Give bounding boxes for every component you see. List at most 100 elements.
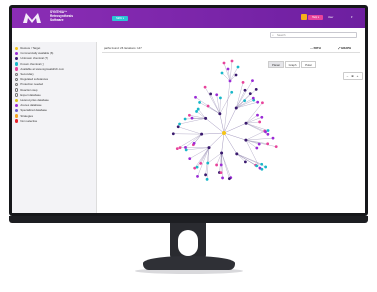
graph-node[interactable] [234, 106, 238, 110]
graph-node[interactable] [244, 121, 248, 125]
graph-node[interactable] [190, 116, 194, 120]
graph-node[interactable] [257, 142, 261, 146]
graph-node[interactable] [222, 61, 226, 65]
user-name[interactable]: User [328, 16, 333, 19]
graph-node[interactable] [266, 142, 270, 146]
graph-node[interactable] [183, 117, 187, 121]
graph-node[interactable] [230, 90, 234, 94]
graph-node[interactable] [205, 177, 209, 181]
graph-node[interactable] [260, 167, 264, 171]
graph-node[interactable] [235, 152, 239, 156]
graph-node[interactable] [251, 96, 255, 100]
legend-item[interactable]: Specialized database [15, 108, 47, 112]
graph-node[interactable] [188, 157, 192, 160]
graph-node[interactable] [248, 92, 252, 96]
graph-node[interactable] [266, 132, 270, 136]
retrosynthesis-graph[interactable] [162, 53, 282, 183]
tab-polar[interactable]: Polar [301, 61, 316, 68]
graph-node[interactable] [271, 136, 275, 140]
graph-node[interactable] [256, 113, 259, 117]
graph-node[interactable] [264, 165, 268, 169]
graph-node[interactable] [193, 166, 197, 170]
graph-node[interactable] [207, 146, 211, 150]
graph-node[interactable] [226, 67, 230, 71]
graph-node[interactable] [251, 79, 254, 83]
graph-node[interactable] [209, 92, 213, 96]
legend-item[interactable]: Heterocycles database [15, 98, 49, 102]
graph-node[interactable] [274, 145, 278, 149]
graph-node[interactable] [203, 85, 207, 89]
graph-node[interactable] [178, 122, 181, 126]
graph-node[interactable] [260, 115, 264, 119]
search-input[interactable]: Search [270, 32, 357, 38]
graph-node[interactable] [256, 100, 260, 104]
legend-item[interactable]: Reaction step [15, 88, 38, 92]
graph-node[interactable] [255, 146, 259, 150]
graph-node[interactable] [227, 177, 231, 181]
graph-node[interactable] [195, 110, 198, 113]
graph-node[interactable] [243, 99, 247, 103]
path-button[interactable]: ⋯ PATH [310, 46, 321, 50]
graph-node[interactable] [243, 88, 247, 92]
graph-node[interactable] [220, 71, 224, 75]
graph-node[interactable] [188, 113, 191, 117]
graph-node[interactable] [184, 148, 188, 152]
graph-node[interactable] [204, 116, 208, 120]
graph-node[interactable] [192, 141, 196, 145]
graph-node[interactable] [204, 173, 207, 177]
graph-node[interactable] [196, 107, 200, 111]
graph-node[interactable] [219, 163, 223, 167]
graph-node[interactable] [176, 125, 180, 129]
graph-node[interactable] [221, 176, 224, 180]
chevron-down-icon[interactable]: ▾ [351, 15, 353, 19]
graph-node[interactable] [178, 146, 182, 150]
graph-node[interactable] [261, 101, 264, 105]
graph-node[interactable] [230, 59, 234, 63]
graph-node[interactable] [194, 95, 197, 99]
graph-node[interactable] [206, 161, 210, 165]
legend-item[interactable]: Strategies [15, 114, 33, 118]
graph-node[interactable] [171, 132, 175, 136]
legend-item[interactable]: Regulated substances [15, 77, 48, 81]
legend-item[interactable]: Non selective [15, 119, 37, 123]
graph-node[interactable] [184, 146, 187, 149]
graph-node[interactable] [219, 96, 222, 100]
tab-graph[interactable]: Graph [285, 61, 300, 68]
notification-icon[interactable] [301, 14, 307, 20]
graph-node[interactable] [199, 162, 203, 165]
graph-node[interactable] [228, 79, 232, 83]
graph-node[interactable] [241, 80, 245, 84]
legend-item[interactable]: Restore / Target [15, 46, 40, 50]
legend-item[interactable]: Available at www.sigmaaldrich.com [15, 67, 64, 71]
graph-node[interactable] [218, 112, 222, 116]
graph-node[interactable] [234, 73, 238, 77]
graph-node[interactable] [264, 130, 267, 134]
graph-node[interactable] [195, 165, 199, 169]
zoom-control[interactable]: − ⊕ + [343, 72, 363, 80]
graph-node[interactable] [206, 104, 210, 108]
legend-item[interactable]: Secondary [15, 72, 34, 76]
graph-node[interactable] [243, 160, 247, 164]
graph-node[interactable] [258, 120, 262, 124]
legend-item[interactable]: Arenes database [15, 103, 42, 107]
graph-node[interactable] [219, 171, 223, 175]
graph-node[interactable] [266, 129, 270, 132]
graph-node[interactable] [260, 162, 264, 166]
graph-node[interactable] [198, 101, 201, 104]
graph-node[interactable] [255, 164, 259, 168]
graph-node[interactable] [244, 138, 248, 142]
graph-node[interactable] [215, 163, 219, 167]
graph-node[interactable] [220, 151, 224, 155]
new-menu-button[interactable]: NEW ▾ [112, 16, 128, 21]
graph-node[interactable] [254, 87, 258, 91]
legend-item[interactable]: Known chemical ( ) [15, 62, 44, 66]
graph-button[interactable]: ⤢ GRAPH [338, 46, 351, 50]
graph-node[interactable] [222, 131, 226, 135]
graph-node[interactable] [200, 132, 204, 136]
legend-item[interactable]: Unknown chemical (7) [15, 56, 48, 60]
legend-item[interactable]: Expert database [15, 93, 41, 97]
graph-node[interactable] [215, 93, 219, 97]
legend-item[interactable]: Protection needed [15, 82, 43, 86]
graph-node[interactable] [236, 65, 240, 69]
legend-item[interactable]: Commercially available (6) [15, 51, 53, 55]
